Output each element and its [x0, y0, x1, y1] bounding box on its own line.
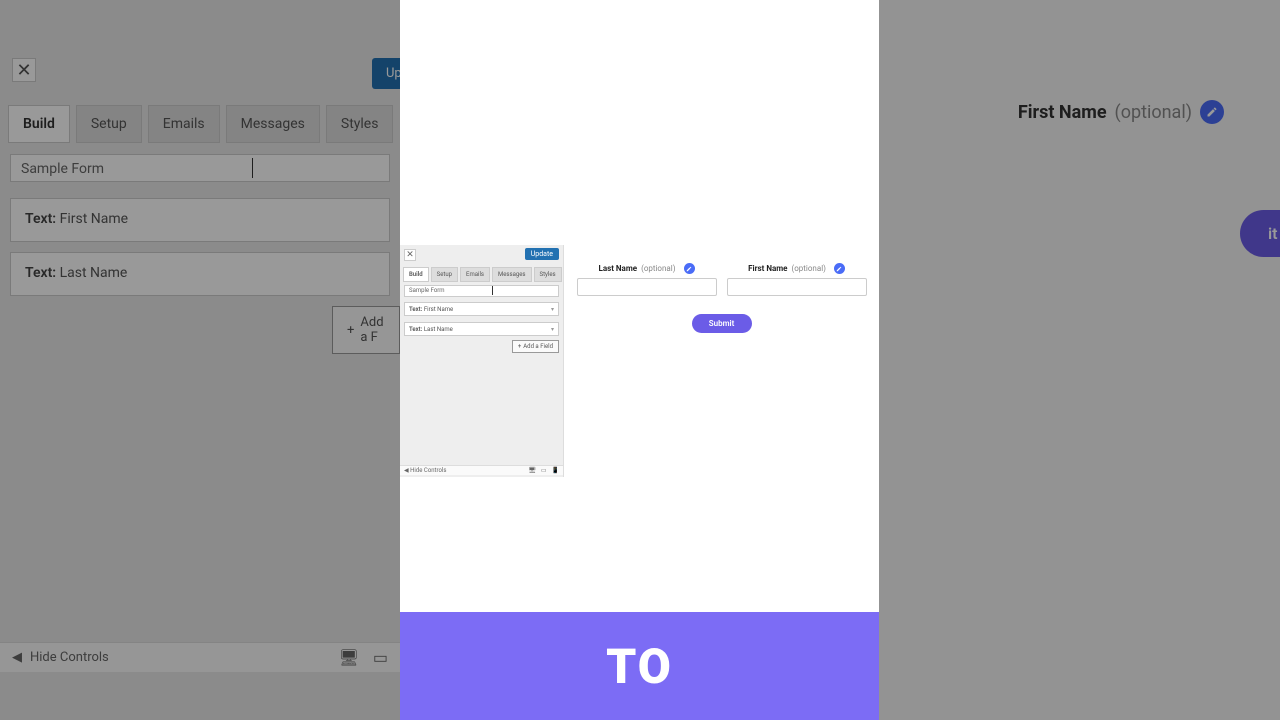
mini-footer-bar: ◀ Hide Controls 🖥 ▭ 📱	[400, 465, 563, 475]
mini-optional-text: (optional)	[792, 264, 826, 273]
chevron-down-icon: ▾	[551, 326, 554, 333]
mini-tabs: Build Setup Emails Messages Styles	[403, 267, 562, 282]
mini-preview-panel: Last Name (optional) First Name (optiona…	[564, 245, 879, 477]
mini-input-first-name[interactable]	[727, 278, 867, 296]
mini-form-title-input[interactable]: Sample Form	[404, 285, 559, 297]
mini-tab-setup[interactable]: Setup	[431, 267, 458, 282]
mini-field-label: First Name	[424, 306, 453, 313]
mini-input-last-name[interactable]	[577, 278, 717, 296]
mini-preview-field-last: Last Name (optional)	[577, 263, 717, 296]
caption-banner: TO	[400, 612, 879, 720]
mini-field-prefix: Text:	[409, 306, 422, 313]
mini-hide-controls[interactable]: Hide Controls	[410, 467, 446, 474]
mini-field-prefix: Text:	[409, 326, 422, 333]
collapse-icon[interactable]: ◀	[404, 467, 409, 474]
mini-preview-fields: Last Name (optional) First Name (optiona…	[574, 263, 869, 296]
mini-tab-emails[interactable]: Emails	[460, 267, 490, 282]
phone-top-whitespace	[400, 0, 879, 245]
edit-icon[interactable]	[684, 263, 695, 274]
mini-field-name-first: First Name	[748, 264, 787, 273]
mini-builder-panel: ✕ Update Build Setup Emails Messages Sty…	[400, 245, 564, 477]
mini-field-row-last[interactable]: Text: Last Name ▾	[404, 322, 559, 336]
mini-update-button[interactable]: Update	[525, 248, 559, 260]
mini-preview-field-first: First Name (optional)	[727, 263, 867, 296]
mini-field-row-first[interactable]: Text: First Name ▾	[404, 302, 559, 316]
mini-tab-build[interactable]: Build	[403, 267, 429, 282]
tablet-icon[interactable]: ▭	[541, 467, 547, 474]
mini-add-field-label: Add a Field	[523, 343, 553, 350]
mini-tab-styles[interactable]: Styles	[534, 267, 562, 282]
chevron-down-icon: ▾	[551, 306, 554, 313]
edit-icon[interactable]	[834, 263, 845, 274]
plus-icon: +	[518, 343, 521, 350]
mini-tab-messages[interactable]: Messages	[492, 267, 532, 282]
mini-field-label: Last Name	[424, 326, 453, 333]
mini-field-name-last: Last Name	[598, 264, 637, 273]
desktop-icon[interactable]: 🖥	[528, 467, 536, 474]
phone-mid-content: ✕ Update Build Setup Emails Messages Sty…	[400, 245, 879, 477]
mobile-icon[interactable]: 📱	[552, 467, 559, 474]
mini-optional-text: (optional)	[641, 264, 675, 273]
caption-text: TO	[606, 638, 673, 695]
mini-submit-button[interactable]: Submit	[692, 314, 752, 333]
mini-text-cursor	[492, 286, 493, 295]
mini-add-field-button[interactable]: + Add a Field	[512, 340, 559, 353]
mini-close-button[interactable]: ✕	[404, 249, 416, 261]
